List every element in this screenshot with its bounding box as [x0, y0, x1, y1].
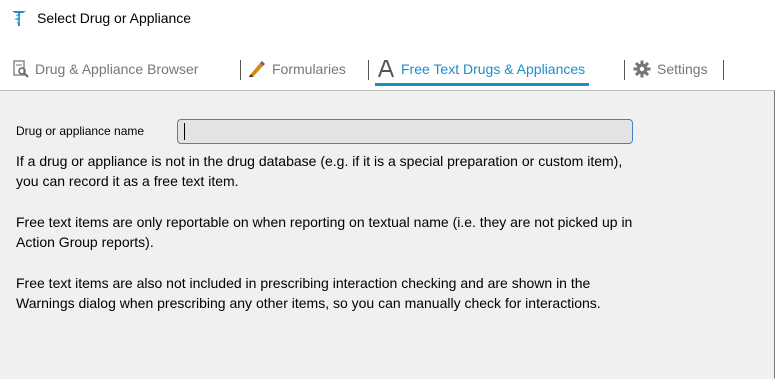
caduceus-icon — [11, 8, 27, 28]
tab-settings[interactable]: Settings — [633, 54, 708, 84]
free-text-panel: Drug or appliance name If a drug or appl… — [0, 91, 774, 379]
title-bar: Select Drug or Appliance — [0, 0, 775, 37]
tab-label: Free Text Drugs & Appliances — [401, 61, 586, 77]
window-title: Select Drug or Appliance — [37, 10, 192, 26]
drug-name-input[interactable] — [177, 119, 633, 144]
info-paragraph-3: Free text items are also not included in… — [16, 275, 601, 311]
tab-separator — [368, 60, 369, 80]
letter-a-icon — [377, 60, 395, 78]
info-paragraph-2: Free text items are only reportable on w… — [16, 214, 633, 250]
tab-formularies[interactable]: Formularies — [248, 54, 346, 84]
pencil-edit-icon — [248, 60, 266, 78]
tab-drug-appliance-browser[interactable]: Drug & Appliance Browser — [13, 54, 198, 84]
tab-separator — [624, 60, 625, 80]
text-caret — [184, 123, 185, 140]
drug-name-label: Drug or appliance name — [16, 124, 145, 138]
tab-separator — [240, 60, 241, 80]
active-tab-indicator — [375, 83, 590, 86]
info-paragraph-1: If a drug or appliance is not in the dru… — [16, 153, 623, 189]
select-drug-dialog: Select Drug or Appliance Drug & Applianc… — [0, 0, 775, 379]
tab-label: Drug & Appliance Browser — [35, 61, 199, 77]
tab-label: Formularies — [272, 61, 346, 77]
gear-icon — [633, 60, 651, 78]
tab-free-text-drugs[interactable]: Free Text Drugs & Appliances — [375, 54, 590, 86]
tab-separator — [723, 60, 724, 80]
tab-label: Settings — [657, 61, 708, 77]
tab-bar: Drug & Appliance Browser Formularies Fre… — [0, 36, 775, 91]
browser-search-icon — [13, 60, 29, 78]
